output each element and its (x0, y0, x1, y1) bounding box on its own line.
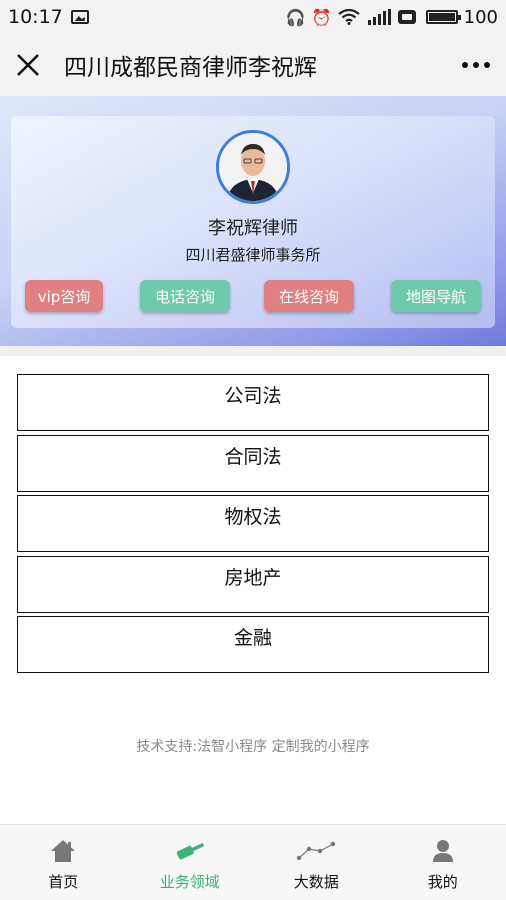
title-bar: 四川成都民商律师李祝辉 (0, 34, 506, 96)
status-left: 10:17 (8, 6, 89, 28)
more-options-icon[interactable] (446, 62, 506, 68)
tech-support-link[interactable]: 技术支持:法智小程序 定制我的小程序 (0, 736, 506, 756)
nav-item-practice-areas[interactable]: 业务领域 (127, 825, 254, 900)
status-bar: 10:17 🎧 ⏰ 100 (0, 0, 506, 34)
page-title: 四川成都民商律师李祝辉 (64, 55, 317, 81)
practice-area-company-law[interactable]: 公司法 (17, 374, 489, 431)
image-notification-icon (70, 10, 89, 24)
nav-label-practice-areas: 业务领域 (159, 873, 220, 891)
user-icon (423, 837, 463, 865)
map-navigation-button[interactable]: 地图导航 (391, 280, 481, 312)
battery-level: 100 (463, 6, 498, 28)
wifi-icon (337, 9, 360, 25)
practice-area-contract-law[interactable]: 合同法 (17, 435, 489, 492)
alarm-icon: ⏰ (311, 7, 332, 27)
status-right: 🎧 ⏰ 100 (286, 7, 498, 28)
home-icon (43, 837, 83, 865)
phone-consult-button[interactable]: 电话咨询 (140, 280, 230, 312)
status-time: 10:17 (8, 6, 63, 28)
nav-label-home: 首页 (48, 873, 79, 891)
bottom-nav: 首页 业务领域 大数据 我的 (0, 824, 506, 900)
hd-icon (397, 10, 416, 24)
close-icon[interactable] (0, 34, 56, 96)
nav-label-big-data: 大数据 (293, 873, 339, 891)
online-consult-button[interactable]: 在线咨询 (264, 280, 354, 312)
lawyer-name: 李祝辉律师 (208, 218, 298, 239)
practice-area-finance[interactable]: 金融 (17, 616, 489, 673)
profile-banner: 李祝辉律师 四川君盛律师事务所 vip咨询 电话咨询 在线咨询 地图导航 (0, 96, 506, 346)
gavel-icon (170, 837, 210, 865)
avatar (216, 130, 290, 204)
headphones-icon: 🎧 (285, 7, 306, 27)
section-divider (0, 346, 506, 356)
practice-area-property-law[interactable]: 物权法 (17, 495, 489, 552)
battery-icon (425, 10, 461, 24)
line-chart-icon (296, 837, 336, 865)
nav-label-mine: 我的 (427, 873, 458, 891)
firm-name: 四川君盛律师事务所 (185, 246, 321, 264)
profile-card: 李祝辉律师 四川君盛律师事务所 vip咨询 电话咨询 在线咨询 地图导航 (11, 116, 495, 328)
signal-icon (367, 9, 391, 25)
nav-item-mine[interactable]: 我的 (380, 825, 506, 900)
practice-area-real-estate[interactable]: 房地产 (17, 556, 489, 613)
nav-item-home[interactable]: 首页 (0, 825, 127, 900)
nav-item-big-data[interactable]: 大数据 (253, 825, 380, 900)
vip-consult-button[interactable]: vip咨询 (25, 280, 103, 312)
